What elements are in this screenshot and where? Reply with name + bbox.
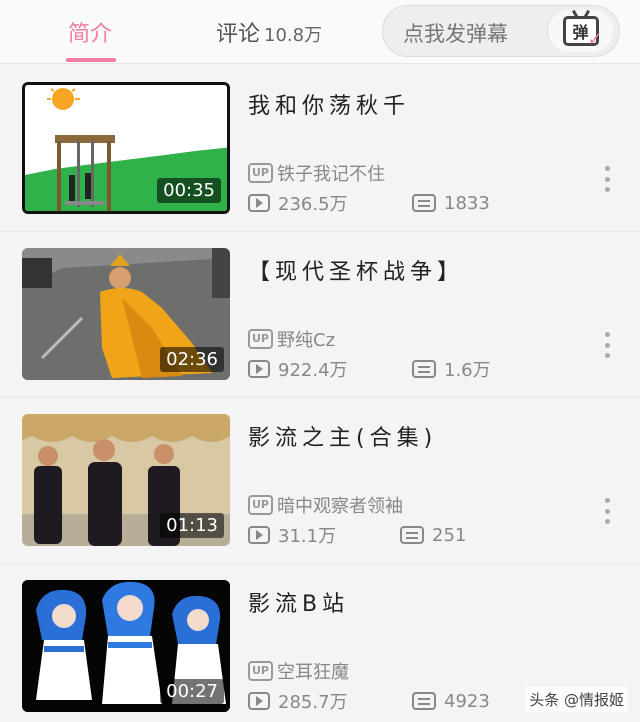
view-count: 236.5万 [278,194,348,215]
play-count-icon [248,526,270,544]
video-thumbnail[interactable]: 02:36 [22,248,230,380]
list-item[interactable]: 01:13 影流之主(合集) UP 暗中观察者领袖 31.1万 251 [0,398,640,564]
danmaku-input[interactable]: 点我发弹幕 弹 ✓ [382,5,620,57]
view-count: 285.7万 [278,692,348,713]
video-title[interactable]: 影流之主(合集) [248,420,437,452]
danmaku-count: 1.6万 [444,360,491,381]
danmaku-count-icon [412,360,436,378]
tab-comments-count: 10.8万 [264,25,323,46]
up-badge-icon: UP [248,495,273,515]
video-stats: 31.1万 251 [248,522,466,548]
check-icon: ✓ [587,29,603,50]
video-thumbnail[interactable]: 00:35 [22,82,230,214]
view-count: 31.1万 [278,526,337,547]
video-stats: 922.4万 1.6万 [248,356,491,382]
danmaku-count-group: 1.6万 [412,356,491,382]
uploader-name: 空耳狂魔 [277,662,349,683]
video-thumbnail[interactable]: 01:13 [22,414,230,546]
uploader-name: 暗中观察者领袖 [277,496,403,517]
video-title[interactable]: 影流B站 [248,586,349,618]
list-item[interactable]: 00:35 我和你荡秋千 UP 铁子我记不住 236.5万 1833 [0,66,640,232]
uploader-row[interactable]: UP 铁子我记不住 [248,160,385,186]
uploader-row[interactable]: UP 空耳狂魔 [248,658,349,684]
play-count-icon [248,360,270,378]
danmaku-placeholder: 点我发弹幕 [403,22,508,46]
up-badge-icon: UP [248,163,273,183]
list-item[interactable]: 02:36 【现代圣杯战争】 UP 野纯Cz 922.4万 1.6万 [0,232,640,398]
video-duration: 01:13 [160,513,224,538]
tab-comments-label: 评论 [216,22,261,47]
tab-intro[interactable]: 简介 [68,16,112,48]
video-stats: 236.5万 1833 [248,190,490,216]
danmaku-count: 1833 [444,192,490,214]
more-options-icon[interactable] [604,166,610,192]
danmaku-count-icon [412,692,436,710]
view-count: 922.4万 [278,360,348,381]
danmaku-count-group: 1833 [412,193,490,214]
danmaku-count-icon [412,194,436,212]
tab-comments[interactable]: 评论 10.8万 [216,16,322,48]
video-duration: 00:27 [160,679,224,704]
uploader-name: 野纯Cz [277,330,336,351]
danmaku-count-group: 4923 [412,691,490,712]
play-count-icon [248,194,270,212]
more-options-icon[interactable] [604,332,610,358]
tab-active-indicator [66,58,116,62]
video-title[interactable]: 我和你荡秋千 [248,88,410,120]
video-title[interactable]: 【现代圣杯战争】 [248,254,464,286]
danmaku-count-icon [400,526,424,544]
play-count-icon [248,692,270,710]
video-thumbnail[interactable]: 00:27 [22,580,230,712]
watermark: 头条 @情报姬 [525,687,628,712]
more-options-icon[interactable] [604,498,610,524]
danmaku-count: 4923 [444,690,490,712]
uploader-row[interactable]: UP 野纯Cz [248,326,335,352]
video-stats: 285.7万 4923 [248,688,490,714]
uploader-name: 铁子我记不住 [277,164,385,185]
danmaku-tv-icon: 弹 ✓ [562,16,603,50]
video-duration: 02:36 [160,347,224,372]
up-badge-icon: UP [248,329,273,349]
tab-bar: 简介 评论 10.8万 点我发弹幕 弹 ✓ [0,0,640,64]
danmaku-count-group: 251 [400,525,466,546]
danmaku-toggle-button[interactable]: 弹 ✓ [547,10,613,52]
related-video-list: 00:35 我和你荡秋千 UP 铁子我记不住 236.5万 1833 02:36… [0,66,640,722]
up-badge-icon: UP [248,661,273,681]
video-duration: 00:35 [157,178,221,203]
danmaku-count: 251 [432,524,467,546]
danmaku-glyph: 弹 [572,23,589,42]
uploader-row[interactable]: UP 暗中观察者领袖 [248,492,403,518]
